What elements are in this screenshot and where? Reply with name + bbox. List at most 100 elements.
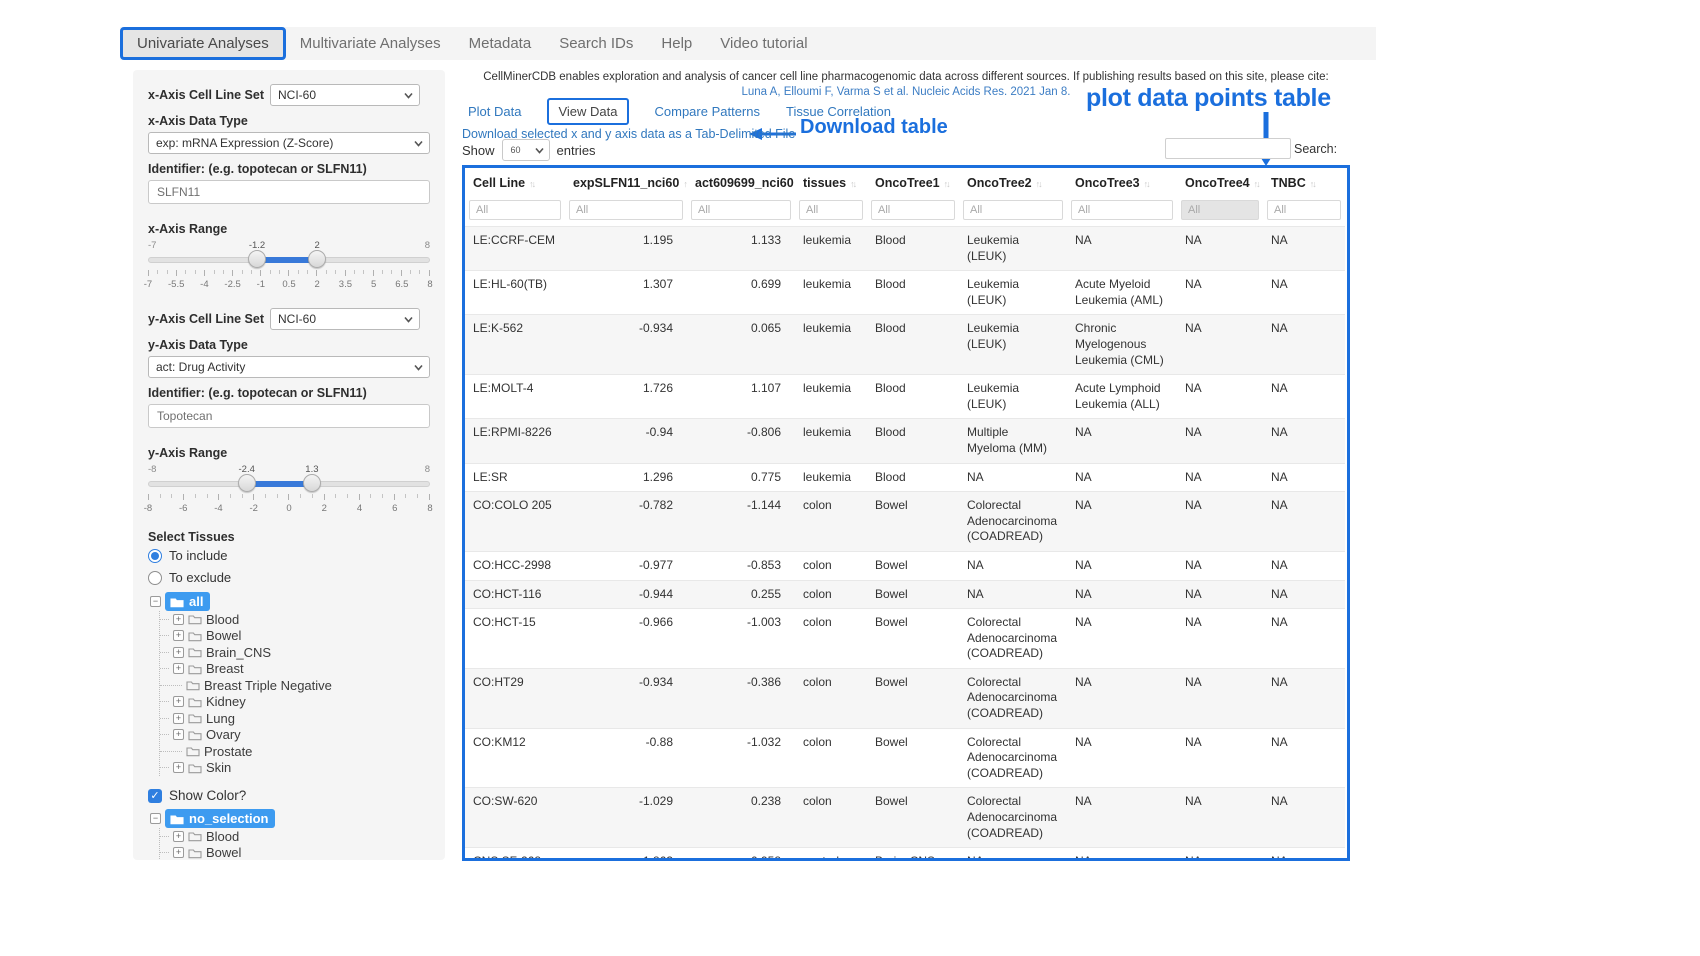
slider-tick-label: 2 — [315, 279, 320, 290]
table-row[interactable]: LE:K-562-0.9340.065leukemiaBloodLeukemia… — [465, 315, 1345, 375]
y-axis-range-slider[interactable]: -88-2.41.3-8-6-4-202468 — [148, 464, 430, 516]
column-header-oncotree4[interactable]: OncoTree4↑↓ — [1177, 168, 1263, 198]
sort-icon[interactable]: ↑↓ — [850, 179, 855, 189]
y-axis-data-type-select[interactable]: act: Drug Activity — [148, 356, 430, 378]
tree-root-selected[interactable]: all — [165, 592, 210, 611]
expand-icon[interactable]: + — [173, 696, 184, 707]
radio-icon[interactable] — [148, 549, 162, 563]
column-header-oncotree1[interactable]: OncoTree1↑↓ — [867, 168, 959, 198]
x-axis-cell-line-set-select[interactable]: NCI-60 — [270, 84, 420, 106]
column-filter-oncotree2[interactable] — [963, 200, 1063, 220]
table-row[interactable]: CNS:SF-2681.8630.958central nervous syst… — [465, 848, 1345, 861]
nav-tab-metadata[interactable]: Metadata — [455, 27, 546, 60]
column-filter-tissues[interactable] — [799, 200, 863, 220]
y-axis-identifier-input[interactable] — [148, 404, 430, 428]
annotation-plot-data-points-table: plot data points table — [1086, 84, 1331, 113]
expand-icon[interactable]: + — [173, 663, 184, 674]
tab-plot-data[interactable]: Plot Data — [468, 104, 521, 119]
sort-icon[interactable]: ↑↓ — [529, 179, 534, 189]
x-axis-identifier-input[interactable] — [148, 180, 430, 204]
expand-icon[interactable]: + — [173, 847, 184, 858]
expand-icon[interactable]: + — [173, 831, 184, 842]
tree-item-brain-cns[interactable]: +Brain_CNS — [160, 644, 430, 661]
table-row[interactable]: CO:HCC-2998-0.977-0.853colonBowelNANANAN… — [465, 551, 1345, 580]
slider-handle[interactable] — [248, 250, 266, 268]
column-filter-act609699-nci60[interactable] — [691, 200, 791, 220]
tree-item-breast-triple-negative[interactable]: Breast Triple Negative — [160, 677, 430, 694]
column-header-oncotree3[interactable]: OncoTree3↑↓ — [1067, 168, 1177, 198]
expand-icon[interactable]: + — [173, 614, 184, 625]
table-row[interactable]: LE:RPMI-8226-0.94-0.806leukemiaBloodMult… — [465, 419, 1345, 463]
tree-root-no-selection[interactable]: −no_selection — [150, 809, 430, 828]
tree-item-bowel[interactable]: +Bowel — [160, 845, 430, 861]
tree-item-bowel[interactable]: +Bowel — [160, 628, 430, 645]
slider-handle[interactable] — [308, 250, 326, 268]
nav-tab-univariate-analyses[interactable]: Univariate Analyses — [120, 27, 286, 60]
tab-view-data[interactable]: View Data — [547, 98, 628, 125]
nav-tab-help[interactable]: Help — [647, 27, 706, 60]
collapse-icon[interactable]: − — [150, 596, 161, 607]
table-search-input[interactable] — [1165, 138, 1291, 159]
column-header-tissues[interactable]: tissues↑↓ — [795, 168, 867, 198]
radio-to-exclude[interactable]: To exclude — [148, 570, 430, 585]
tree-item-ovary[interactable]: +Ovary — [160, 727, 430, 744]
collapse-icon[interactable]: − — [150, 813, 161, 824]
tree-item-skin[interactable]: +Skin — [160, 760, 430, 777]
slider-handle[interactable] — [238, 474, 256, 492]
sort-icon[interactable]: ↑↓ — [1254, 179, 1259, 189]
column-header-oncotree2[interactable]: OncoTree2↑↓ — [959, 168, 1067, 198]
table-row[interactable]: LE:CCRF-CEM1.1951.133leukemiaBloodLeukem… — [465, 227, 1345, 271]
slider-handle[interactable] — [303, 474, 321, 492]
column-filter-oncotree4[interactable] — [1181, 200, 1259, 220]
radio-to-include[interactable]: To include — [148, 548, 430, 563]
tree-root-all[interactable]: −all — [150, 592, 430, 611]
tree-item-prostate[interactable]: Prostate — [160, 743, 430, 760]
sort-icon[interactable]: ↑↓ — [1036, 179, 1041, 189]
column-filter-tnbc[interactable] — [1267, 200, 1341, 220]
sort-icon[interactable]: ↑↓ — [1144, 179, 1149, 189]
sort-icon[interactable]: ↑↓ — [944, 179, 949, 189]
x-axis-data-type-select[interactable]: exp: mRNA Expression (Z-Score) — [148, 132, 430, 154]
entries-count-select[interactable]: 60 — [502, 139, 550, 161]
tree-item-blood[interactable]: +Blood — [160, 611, 430, 628]
tree-item-lung[interactable]: +Lung — [160, 710, 430, 727]
expand-icon[interactable]: + — [173, 729, 184, 740]
nav-tab-video-tutorial[interactable]: Video tutorial — [706, 27, 821, 60]
column-header-expslfn11-nci60[interactable]: expSLFN11_nci60↑↓ — [565, 168, 687, 198]
column-filter-oncotree3[interactable] — [1071, 200, 1173, 220]
table-row[interactable]: CO:HCT-15-0.966-1.003colonBowelColorecta… — [465, 609, 1345, 669]
tree-item-blood[interactable]: +Blood — [160, 828, 430, 845]
column-header-cell-line[interactable]: Cell Line↑↓ — [465, 168, 565, 198]
table-row[interactable]: CO:COLO 205-0.782-1.144colonBowelColorec… — [465, 492, 1345, 552]
checkbox-checked-icon[interactable]: ✓ — [148, 789, 162, 803]
expand-icon[interactable]: + — [173, 630, 184, 641]
expand-icon[interactable]: + — [173, 647, 184, 658]
nav-tab-multivariate-analyses[interactable]: Multivariate Analyses — [286, 27, 455, 60]
radio-icon[interactable] — [148, 571, 162, 585]
tree-item-breast[interactable]: +Breast — [160, 661, 430, 678]
tab-tissue-correlation[interactable]: Tissue Correlation — [786, 104, 891, 119]
x-axis-range-slider[interactable]: -78-1.22-7-5.5-4-2.5-10.523.556.58 — [148, 240, 430, 292]
tree-item-kidney[interactable]: +Kidney — [160, 694, 430, 711]
table-row[interactable]: CO:HT29-0.934-0.386colonBowelColorectal … — [465, 668, 1345, 728]
nav-tab-search-ids[interactable]: Search IDs — [545, 27, 647, 60]
table-row[interactable]: LE:HL-60(TB)1.3070.699leukemiaBloodLeuke… — [465, 271, 1345, 315]
column-header-act609699-nci60[interactable]: act609699_nci60↑↓ — [687, 168, 795, 198]
y-axis-cell-line-set-select[interactable]: NCI-60 — [270, 308, 420, 330]
tab-compare-patterns[interactable]: Compare Patterns — [655, 104, 761, 119]
table-row[interactable]: CO:KM12-0.88-1.032colonBowelColorectal A… — [465, 728, 1345, 788]
sort-icon[interactable]: ↑↓ — [1310, 179, 1315, 189]
tree-root-selected[interactable]: no_selection — [165, 809, 275, 828]
column-header-tnbc[interactable]: TNBC↑↓ — [1263, 168, 1345, 198]
column-filter-expslfn11-nci60[interactable] — [569, 200, 683, 220]
table-row[interactable]: LE:SR1.2960.775leukemiaBloodNANANANA — [465, 463, 1345, 492]
column-filter-cell-line[interactable] — [469, 200, 561, 220]
table-row[interactable]: LE:MOLT-41.7261.107leukemiaBloodLeukemia… — [465, 375, 1345, 419]
expand-icon[interactable]: + — [173, 713, 184, 724]
column-filter-oncotree1[interactable] — [871, 200, 955, 220]
sort-icon[interactable]: ↑↓ — [683, 179, 687, 189]
expand-icon[interactable]: + — [173, 762, 184, 773]
show-color-checkbox-row[interactable]: ✓ Show Color? — [148, 788, 430, 803]
table-row[interactable]: CO:HCT-116-0.9440.255colonBowelNANANANA — [465, 580, 1345, 609]
table-row[interactable]: CO:SW-620-1.0290.238colonBowelColorectal… — [465, 788, 1345, 848]
